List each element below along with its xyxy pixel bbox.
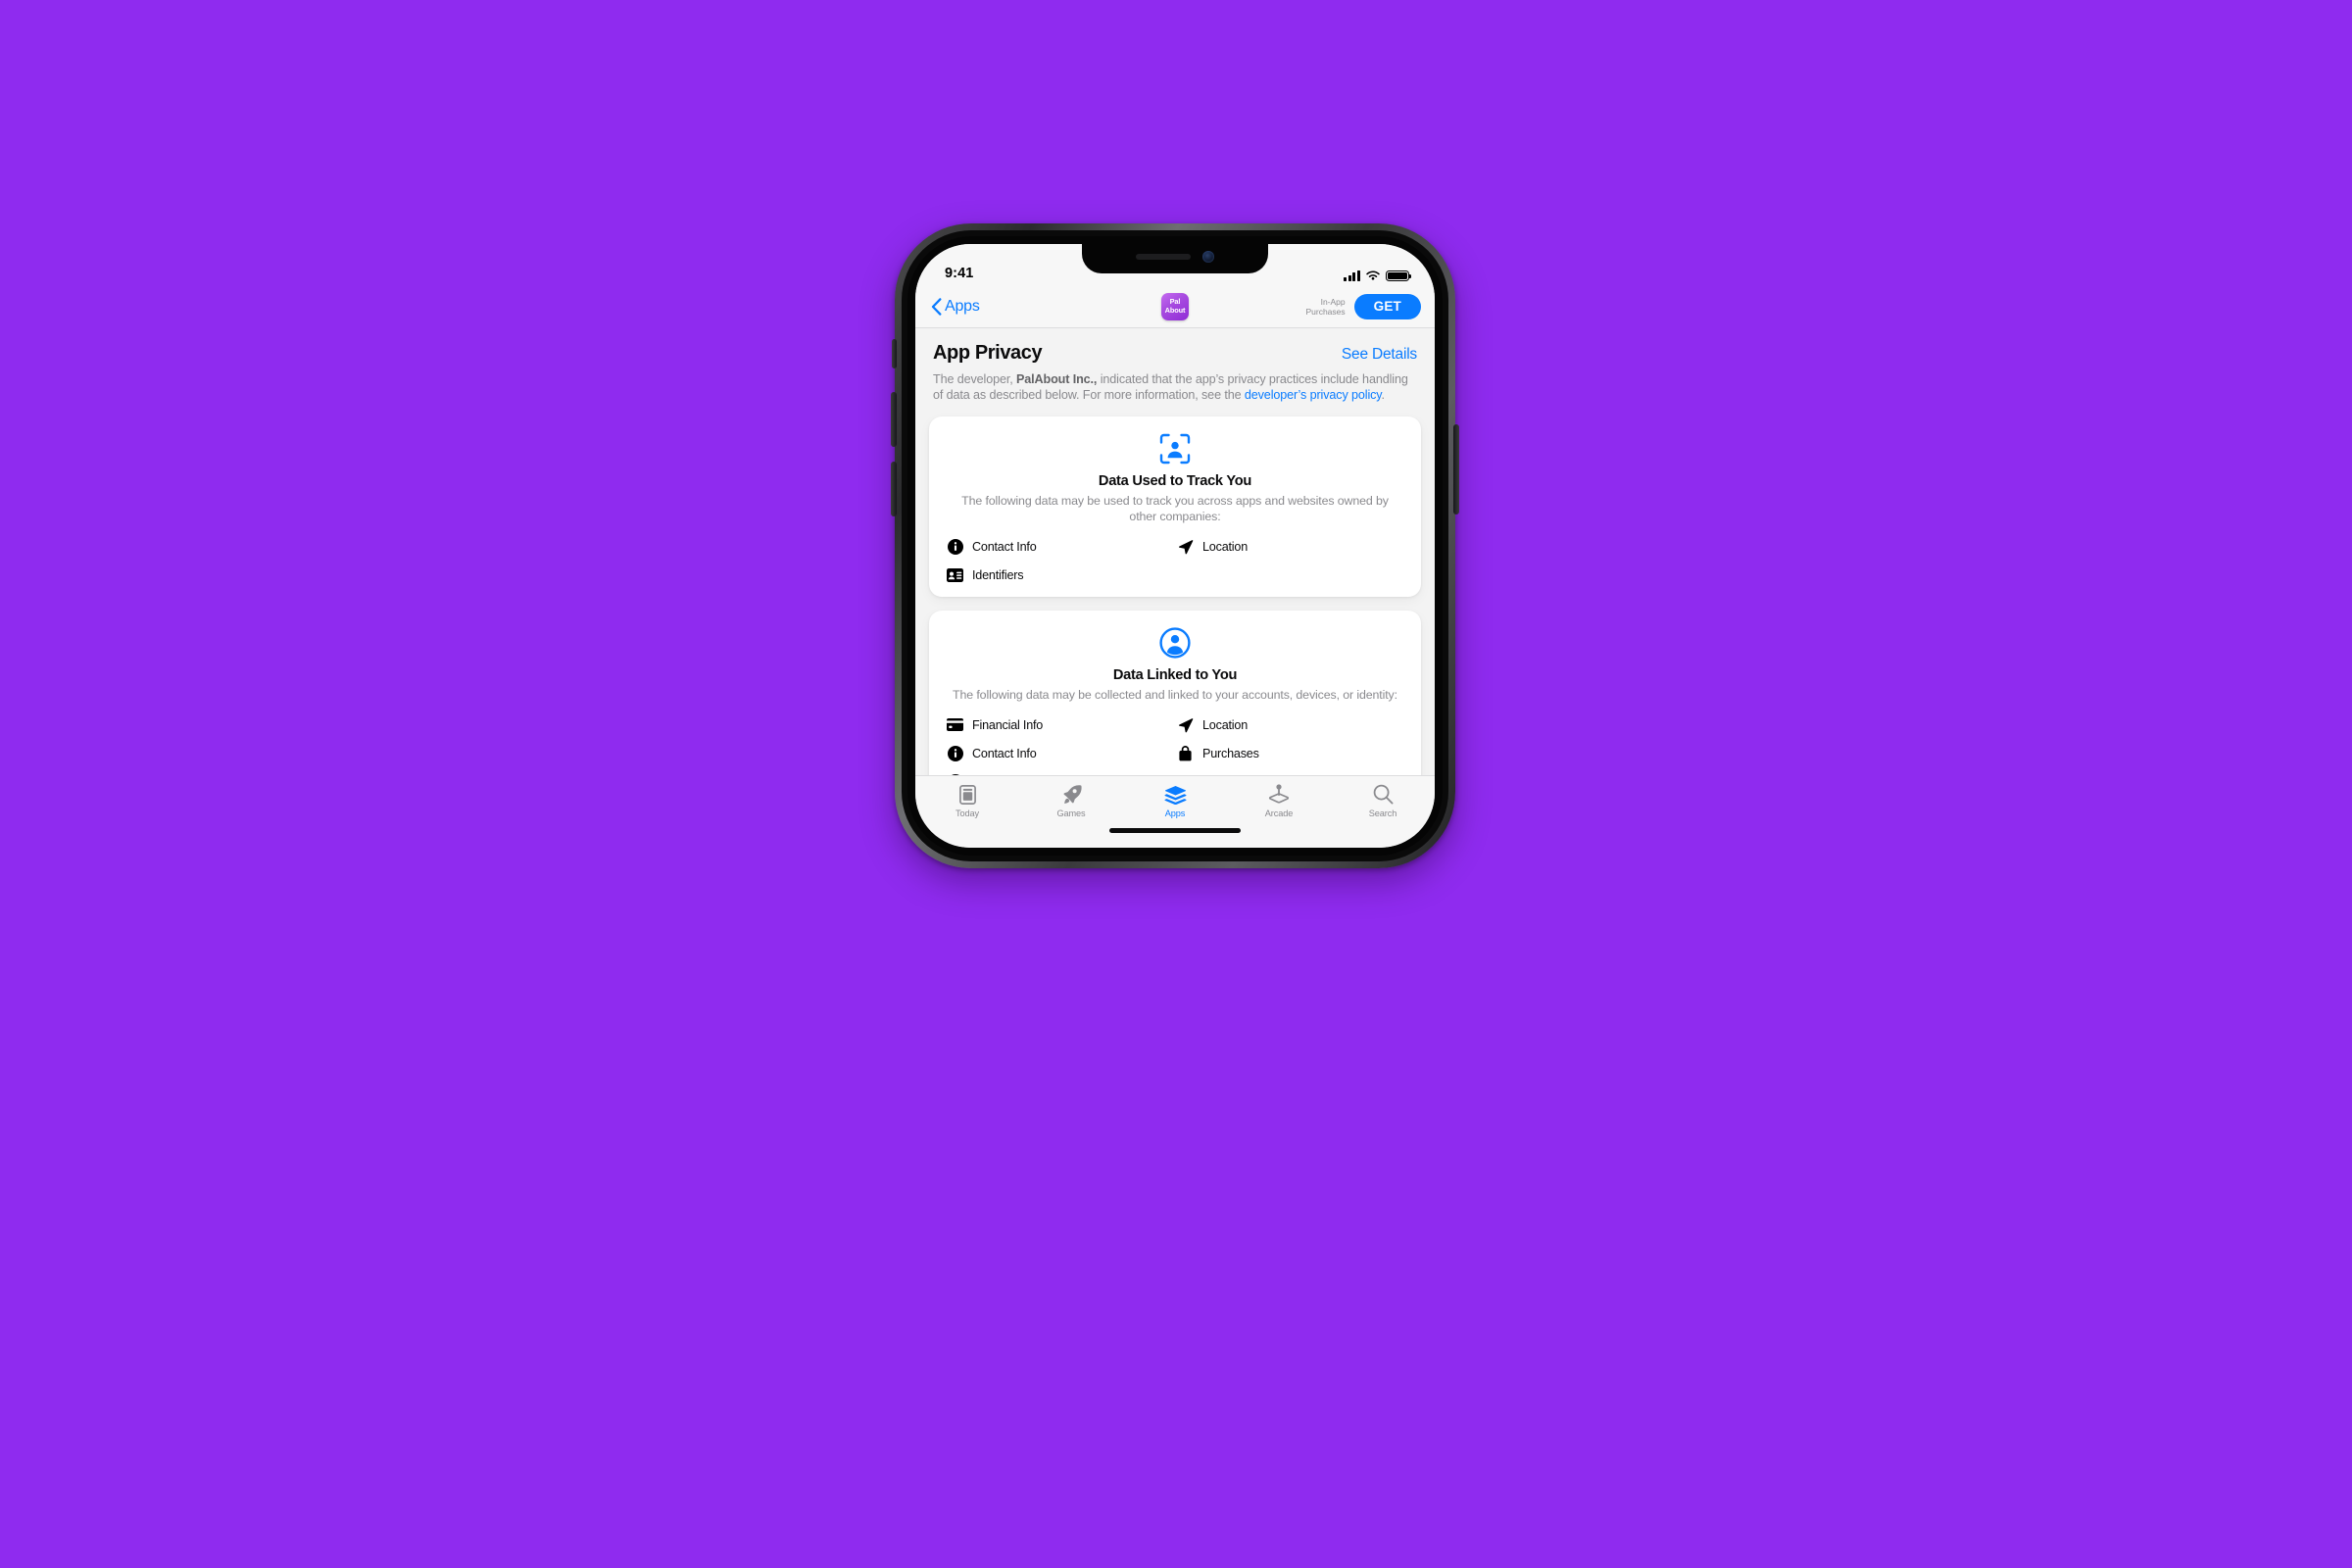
data-category-list: Financial Info Location Contact Info Pur…: [947, 716, 1403, 775]
card-icon-container: [947, 626, 1403, 660]
rocket-icon: [1061, 783, 1082, 806]
data-category-label: Location: [1202, 717, 1249, 732]
intro-text-1: The developer,: [933, 372, 1017, 386]
volume-up-button[interactable]: [891, 392, 897, 447]
app-privacy-content: App Privacy See Details The developer, P…: [915, 328, 1435, 775]
card-title: Data Used to Track You: [1098, 473, 1252, 490]
data-category-item: Purchases: [1177, 745, 1403, 761]
id-card-icon: [947, 566, 963, 583]
back-button[interactable]: Apps: [931, 298, 980, 316]
front-camera-icon: [1202, 251, 1214, 263]
stacked-layers-icon: [1164, 783, 1187, 806]
iphone-device-mockup: 9:41 Apps Pal About In-App Purchases GET…: [891, 223, 1459, 868]
page-title: App Privacy: [933, 342, 1043, 364]
app-icon-line-2: About: [1164, 305, 1186, 315]
home-indicator[interactable]: [1109, 828, 1241, 833]
app-icon[interactable]: Pal About: [1161, 292, 1189, 320]
navigation-bar: Apps Pal About In-App Purchases GET: [915, 285, 1435, 328]
volume-down-button[interactable]: [891, 462, 897, 516]
status-bar-time: 9:41: [945, 266, 974, 281]
data-used-to-track-you-card: Data Used to Track You The following dat…: [929, 416, 1421, 597]
data-category-list: Contact Info Location Identifiers: [947, 538, 1403, 583]
data-category-label: Contact Info: [972, 746, 1037, 760]
back-button-label: Apps: [945, 297, 980, 315]
app-icon-container[interactable]: Pal About: [1161, 292, 1189, 320]
section-header: App Privacy See Details: [915, 328, 1435, 365]
intro-text-3: .: [1381, 387, 1386, 402]
nav-bar-actions: In-App Purchases GET: [1305, 293, 1421, 319]
tab-games[interactable]: Games: [1019, 783, 1123, 818]
tab-label: Apps: [1164, 808, 1186, 818]
tab-label: Arcade: [1264, 808, 1294, 818]
location-arrow-icon: [1177, 538, 1194, 555]
shopping-bag-icon: [1177, 745, 1194, 761]
data-category-item: Financial Info: [947, 716, 1173, 733]
data-category-item: Identifiers: [947, 566, 1173, 583]
tab-today[interactable]: Today: [915, 783, 1019, 818]
see-details-link[interactable]: See Details: [1342, 346, 1417, 364]
power-button[interactable]: [1453, 424, 1459, 514]
tab-bar: Today Games Apps Arcade Search: [915, 775, 1435, 826]
wifi-icon: [1366, 270, 1380, 280]
phone-screen: 9:41 Apps Pal About In-App Purchases GET…: [915, 244, 1435, 848]
card-subtitle: The following data may be used to track …: [961, 494, 1389, 523]
privacy-policy-link[interactable]: developer’s privacy policy: [1245, 388, 1382, 402]
signal-bars-icon: [1344, 270, 1360, 281]
today-document-icon: [958, 783, 976, 806]
tab-label: Games: [1056, 808, 1086, 818]
tab-search[interactable]: Search: [1331, 783, 1435, 818]
chevron-left-icon: [931, 297, 942, 316]
data-category-label: Contact Info: [972, 539, 1037, 554]
iap-line-1: In-App: [1320, 296, 1346, 307]
status-bar-indicators: [1344, 270, 1412, 281]
info-circle-icon: [947, 745, 963, 761]
tab-label: Today: [955, 808, 979, 818]
credit-card-icon: [947, 716, 963, 733]
magnifier-icon: [1373, 783, 1394, 806]
data-category-label: Identifiers: [972, 567, 1024, 582]
tab-arcade[interactable]: Arcade: [1227, 783, 1331, 818]
person-circle-icon: [1159, 627, 1191, 659]
person-in-viewfinder-icon: [1159, 433, 1191, 465]
data-category-item: Contact Info: [947, 745, 1173, 761]
home-indicator-area: [915, 826, 1435, 848]
card-icon-container: [947, 432, 1403, 466]
data-category-item: Contact Info: [947, 538, 1173, 555]
location-arrow-icon: [1177, 716, 1194, 733]
data-category-item: Location: [1177, 538, 1403, 555]
data-category-label: Purchases: [1202, 746, 1259, 760]
data-category-label: Location: [1202, 539, 1249, 554]
data-linked-to-you-card: Data Linked to You The following data ma…: [929, 611, 1421, 775]
tab-apps[interactable]: Apps: [1123, 783, 1227, 818]
card-title: Data Linked to You: [1112, 667, 1238, 683]
iap-line-2: Purchases: [1305, 306, 1346, 317]
joystick-icon: [1268, 783, 1290, 806]
card-subtitle: The following data may be collected and …: [953, 688, 1397, 702]
battery-icon: [1386, 270, 1412, 281]
data-category-item: Location: [1177, 716, 1403, 733]
info-circle-icon: [947, 538, 963, 555]
get-button[interactable]: GET: [1353, 293, 1421, 319]
privacy-intro-paragraph: The developer, PalAbout Inc., indicated …: [915, 365, 1435, 403]
data-category-label: Financial Info: [972, 717, 1044, 732]
display-notch: [1082, 244, 1268, 273]
developer-name: PalAbout Inc.,: [1016, 372, 1098, 386]
mute-switch[interactable]: [892, 339, 897, 368]
in-app-purchases-note: In-App Purchases: [1305, 297, 1345, 317]
earpiece-speaker-icon: [1136, 254, 1191, 260]
tab-label: Search: [1368, 808, 1397, 818]
